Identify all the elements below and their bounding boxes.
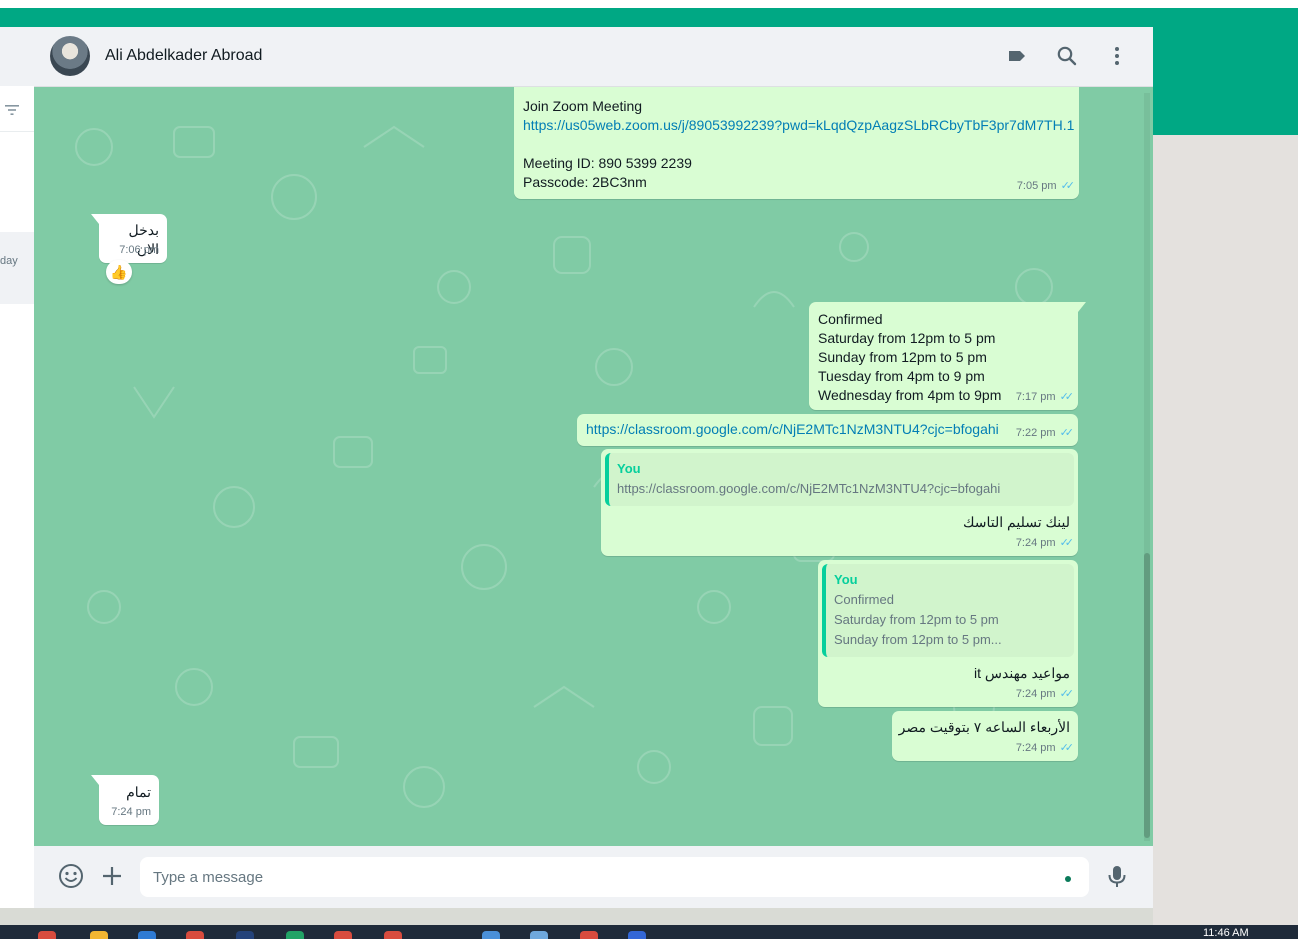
message-bubble-outgoing[interactable]: You Confirmed Saturday from 12pm to 5 pm… xyxy=(818,560,1078,707)
taskbar-app-icon[interactable] xyxy=(384,931,402,939)
chat-list-header xyxy=(0,27,34,86)
message-bubble-outgoing[interactable]: https://classroom.google.com/c/NjE2MTc1N… xyxy=(577,414,1078,446)
chat-list-item-time: day xyxy=(0,255,18,267)
quote-text: Sunday from 12pm to 5 pm... xyxy=(834,632,1002,647)
message-text: Saturday from 12pm to 5 pm xyxy=(818,330,996,346)
quoted-message[interactable]: You https://classroom.google.com/c/NjE2M… xyxy=(605,453,1074,506)
message-time: 7:24 pm xyxy=(1015,742,1056,754)
zoom-link[interactable]: https://us05web.zoom.us/j/89053992239?pw… xyxy=(523,116,1074,135)
mic-icon[interactable] xyxy=(1103,862,1131,890)
avatar[interactable] xyxy=(50,36,90,76)
message-meta: 7:24 pm ✓✓ xyxy=(1015,685,1075,704)
taskbar-app-icon[interactable] xyxy=(628,931,646,939)
read-receipt-icon: ✓✓ xyxy=(1059,427,1075,439)
divider xyxy=(0,131,34,132)
message-input[interactable] xyxy=(140,857,1089,897)
search-icon[interactable] xyxy=(1055,44,1079,68)
taskbar-app-icon[interactable] xyxy=(334,931,352,939)
taskbar-app-icon[interactable] xyxy=(186,931,204,939)
taskbar-app-icon[interactable] xyxy=(38,931,56,939)
message-time: 7:05 pm xyxy=(1016,180,1057,192)
read-receipt-icon: ✓✓ xyxy=(1059,688,1075,700)
label-icon[interactable] xyxy=(1005,44,1029,68)
message-time: 7:24 pm xyxy=(111,806,151,818)
message-text: الأربعاء الساعه ٧ بتوقيت مصر xyxy=(898,719,1070,735)
quote-author: You xyxy=(617,461,641,476)
message-time: 7:24 pm xyxy=(1015,537,1056,549)
message-meta: 7:24 pm ✓✓ xyxy=(1015,534,1075,553)
taskbar-app-icon[interactable] xyxy=(530,931,548,939)
message-time: 7:22 pm xyxy=(1015,427,1056,439)
message-bubble-outgoing[interactable]: Join Zoom Meeting https://us05web.zoom.u… xyxy=(514,87,1079,199)
message-text: Tuesday from 4pm to 9 pm xyxy=(818,368,985,384)
read-receipt-icon: ✓✓ xyxy=(1059,391,1075,403)
message-text: Passcode: 2BC3nm xyxy=(523,174,647,190)
status-dot xyxy=(1065,876,1071,882)
chat-list-item-selected[interactable] xyxy=(0,232,34,304)
quote-text: Confirmed xyxy=(834,592,894,607)
attach-icon[interactable] xyxy=(98,862,126,890)
composer-bar xyxy=(34,846,1153,908)
message-bubble-incoming[interactable]: تمام 7:24 pm xyxy=(91,775,159,825)
emoji-icon[interactable] xyxy=(57,862,85,890)
filter-icon[interactable] xyxy=(4,103,20,119)
message-text: Join Zoom Meeting xyxy=(523,98,643,114)
bubble-tail xyxy=(91,775,99,785)
quote-text: Saturday from 12pm to 5 pm xyxy=(834,612,999,627)
message-time: 7:24 pm xyxy=(1015,688,1056,700)
message-bubble-outgoing[interactable]: You https://classroom.google.com/c/NjE2M… xyxy=(601,449,1078,556)
message-text: Confirmed xyxy=(818,311,883,327)
read-receipt-icon: ✓✓ xyxy=(1060,180,1076,192)
bubble-tail xyxy=(1078,302,1086,312)
message-time: 7:06 pm xyxy=(119,244,159,256)
read-receipt-icon: ✓✓ xyxy=(1059,742,1075,754)
taskbar-app-icon[interactable] xyxy=(482,931,500,939)
classroom-link[interactable]: https://classroom.google.com/c/NjE2MTc1N… xyxy=(586,420,1070,439)
conversation-panel: Ali Abdelkader Abroad Join Zoom Meeting … xyxy=(34,27,1153,908)
menu-icon[interactable] xyxy=(1105,44,1129,68)
taskbar-app-icon[interactable] xyxy=(90,931,108,939)
message-meta: 7:22 pm ✓✓ xyxy=(1015,424,1075,443)
read-receipt-icon: ✓✓ xyxy=(1059,537,1075,549)
message-meta: 7:17 pm ✓✓ xyxy=(1015,388,1075,407)
conversation-header: Ali Abdelkader Abroad xyxy=(34,27,1153,87)
scrollbar-thumb[interactable] xyxy=(1144,553,1150,838)
taskbar-app-icon[interactable] xyxy=(580,931,598,939)
message-text: Sunday from 12pm to 5 pm xyxy=(818,349,987,365)
bubble-tail xyxy=(91,214,99,224)
message-bubble-outgoing[interactable]: Confirmed Saturday from 12pm to 5 pm Sun… xyxy=(809,302,1086,410)
contact-name[interactable]: Ali Abdelkader Abroad xyxy=(105,47,262,65)
background-panel xyxy=(1153,135,1298,925)
message-bubble-incoming[interactable]: بدخل الان 7:06 pm xyxy=(91,214,167,263)
reaction-badge[interactable]: 👍 xyxy=(106,260,132,284)
chat-list-panel: day xyxy=(0,27,35,908)
quote-author: You xyxy=(834,572,858,587)
taskbar-app-icon[interactable] xyxy=(138,931,156,939)
taskbar-app-icon[interactable] xyxy=(236,931,254,939)
message-time: 7:17 pm xyxy=(1015,391,1056,403)
message-text: لينك تسليم التاسك xyxy=(962,514,1070,530)
window-top-strip xyxy=(0,0,1298,8)
message-meta: 7:05 pm ✓✓ xyxy=(1016,177,1076,196)
message-text: تمام xyxy=(126,784,151,800)
message-list: Join Zoom Meeting https://us05web.zoom.u… xyxy=(34,87,1153,846)
quoted-message[interactable]: You Confirmed Saturday from 12pm to 5 pm… xyxy=(822,564,1074,657)
taskbar-clock[interactable]: 11:46 AM xyxy=(1203,927,1249,939)
quote-text: https://classroom.google.com/c/NjE2MTc1N… xyxy=(617,481,1001,496)
message-meta: 7:24 pm ✓✓ xyxy=(1015,739,1075,758)
message-bubble-outgoing[interactable]: الأربعاء الساعه ٧ بتوقيت مصر 7:24 pm ✓✓ xyxy=(892,711,1078,761)
taskbar-app-icon[interactable] xyxy=(286,931,304,939)
message-text: Meeting ID: 890 5399 2239 xyxy=(523,155,692,171)
message-text: مواعيد مهندس it xyxy=(974,665,1070,681)
